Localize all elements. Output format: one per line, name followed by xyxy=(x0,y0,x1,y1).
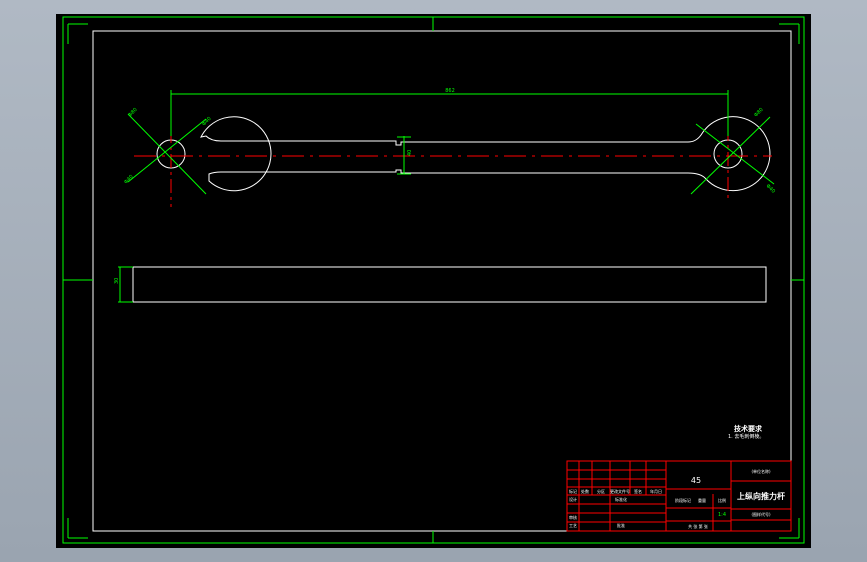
right-bottom-hole-text: Φ40 xyxy=(765,183,777,195)
header-cell-1: 处数 xyxy=(581,488,589,494)
row-label-2: 工艺 xyxy=(569,523,577,528)
header-cell-4: 签名 xyxy=(634,488,642,494)
right-top-dia-text: Φ80 xyxy=(753,107,765,119)
sheet-info: 共 张 第 张 xyxy=(688,523,708,529)
header-cell-3: 更改文件号 xyxy=(610,488,630,494)
outer-frame xyxy=(62,16,805,544)
side-dim-text: 30 xyxy=(114,278,120,284)
corner-mark-br xyxy=(779,518,800,539)
shank-dim-text: 40 xyxy=(407,150,413,156)
weight-label: 重量 xyxy=(698,497,706,503)
left-bottom-dia-text: Φ40 xyxy=(123,174,135,186)
row-label-1: 审核 xyxy=(569,514,577,520)
stage-label: 阶段标记 xyxy=(675,497,691,503)
left-dia-leader xyxy=(127,113,207,195)
corner-mark-tr xyxy=(779,23,800,44)
header-cell-0: 标记 xyxy=(569,488,577,494)
company-text: (单位名称) xyxy=(751,468,771,474)
part-name-text: 上纵向推力杆 xyxy=(737,491,785,501)
drawing-sheet: 862 Φ80 Φ40 Φ40 Φ80 Φ40 40 30 技术要求 1. 去毛… xyxy=(62,16,805,544)
length-dim-text: 862 xyxy=(445,88,455,94)
row-label-3: 标准化 xyxy=(615,496,627,502)
left-top-hole-text: Φ40 xyxy=(201,116,213,128)
scale-label: 比例 xyxy=(718,497,726,503)
rod-front-view[interactable]: 862 Φ80 Φ40 Φ40 Φ80 Φ40 40 xyxy=(123,88,776,207)
material-text: 45 xyxy=(691,476,701,485)
drawing-number-text: (图样代号) xyxy=(751,511,771,517)
title-block[interactable]: 45 (单位名称) 上纵向推力杆 (图样代号) 1:4 阶段标记 重量 比例 共… xyxy=(566,460,792,532)
corner-mark-tl xyxy=(67,23,88,44)
tech-req-heading: 技术要求 xyxy=(734,424,763,433)
left-hole-leader xyxy=(127,118,207,183)
header-cell-5: 年月日 xyxy=(650,488,662,494)
row-label-0: 设计 xyxy=(569,496,577,502)
right-hole-leader xyxy=(695,123,775,185)
rod-side-view[interactable]: 30 xyxy=(114,266,767,303)
tech-req-item1: 1. 去毛刺倒棱。 xyxy=(728,433,764,440)
corner-mark-bl xyxy=(67,518,88,539)
header-cell-2: 分区 xyxy=(597,488,605,494)
scale-text: 1:4 xyxy=(718,512,726,518)
rod-outline xyxy=(200,116,771,192)
left-top-dia-text: Φ80 xyxy=(127,107,139,119)
side-view-rect xyxy=(132,266,767,303)
inner-frame xyxy=(92,30,792,532)
cad-drawing-canvas[interactable]: 862 Φ80 Φ40 Φ40 Φ80 Φ40 40 30 技术要求 1. 去毛… xyxy=(56,14,811,548)
row-label-4: 批准 xyxy=(617,522,625,528)
